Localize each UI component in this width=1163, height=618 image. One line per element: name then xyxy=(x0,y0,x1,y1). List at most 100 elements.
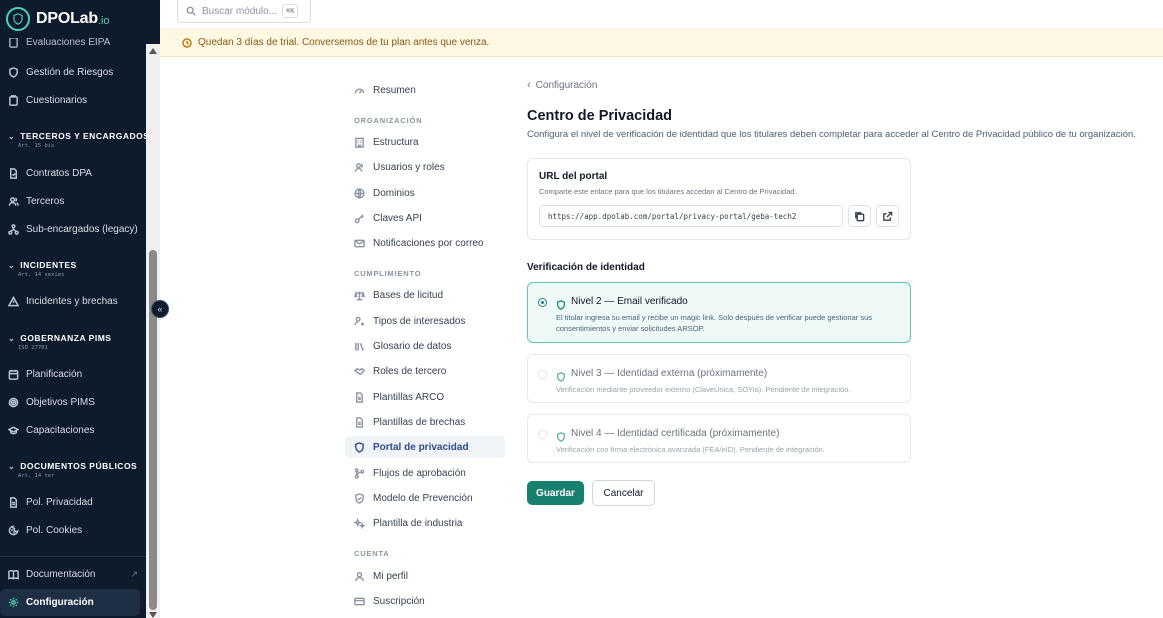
alert-triangle-icon xyxy=(8,295,19,307)
breadcrumb-label: Configuración xyxy=(535,79,598,91)
sidebar-section-gobernanza[interactable]: ⌄ GOBERNANZA PIMS ISO 27701 xyxy=(0,333,146,351)
settings-item-label: Plantilla de industria xyxy=(373,517,463,529)
settings-item-label: Tipos de interesados xyxy=(373,315,466,327)
open-portal-button[interactable] xyxy=(876,205,899,227)
document-icon xyxy=(8,496,19,508)
settings-item-bases-licitud[interactable]: Bases de licitud xyxy=(345,284,505,306)
settings-group-heading: ORGANIZACIÓN xyxy=(354,116,423,125)
sidebar-item-terceros[interactable]: Terceros xyxy=(0,189,146,213)
section-subtitle: Art. 14 sexies xyxy=(18,272,65,278)
save-button[interactable]: Guardar xyxy=(527,481,584,505)
settings-item-label: Plantillas ARCO xyxy=(373,391,445,403)
sidebar-item-pol-privacidad[interactable]: Pol. Privacidad xyxy=(0,490,146,514)
radio-button[interactable] xyxy=(538,298,547,307)
external-link-icon: ↗ xyxy=(130,569,138,579)
card-description: Comparte este enlace para que los titula… xyxy=(539,187,797,196)
settings-item-modelo-prevencion[interactable]: Modelo de Prevención xyxy=(345,487,505,509)
sidebar-item-capacitaciones[interactable]: Capacitaciones xyxy=(0,418,146,442)
settings-item-estructura[interactable]: Estructura xyxy=(345,131,505,153)
settings-item-tipos-interesados[interactable]: Tipos de interesados xyxy=(345,310,505,332)
settings-item-label: Notificaciones por correo xyxy=(373,237,484,249)
settings-item-suscripcion[interactable]: Suscripción xyxy=(345,590,505,612)
contract-icon xyxy=(8,167,19,179)
portal-url-field[interactable]: https://app.dpolab.com/portal/privacy-po… xyxy=(539,205,843,227)
settings-item-plantillas-arco[interactable]: Plantillas ARCO xyxy=(345,386,505,408)
shield-icon xyxy=(556,429,566,442)
sidebar-item-cuestionarios[interactable]: Cuestionarios xyxy=(0,88,146,112)
settings-item-label: Plantillas de brechas xyxy=(373,416,466,428)
settings-item-portal-privacidad[interactable]: Portal de privacidad xyxy=(345,436,505,458)
trial-banner: Quedan 3 días de trial. Conversemos de t… xyxy=(160,29,1163,57)
document-icon xyxy=(354,416,365,428)
search-box[interactable]: ⌘K xyxy=(177,0,311,23)
card-title: URL del portal xyxy=(539,171,608,182)
section-title: ⌄ GOBERNANZA PIMS xyxy=(8,333,146,343)
breadcrumb[interactable]: ‹ Configuración xyxy=(527,79,597,91)
settings-item-label: Dominios xyxy=(373,187,415,199)
brand[interactable]: DPOLab .io xyxy=(0,0,146,38)
target-icon xyxy=(8,397,19,408)
settings-item-usuarios[interactable]: Usuarios y roles xyxy=(345,156,505,178)
level-description: Verificación con firma electrónica avanz… xyxy=(556,445,825,454)
cancel-button[interactable]: Cancelar xyxy=(592,480,655,506)
settings-item-plantillas-brechas[interactable]: Plantillas de brechas xyxy=(345,411,505,433)
section-title: ⌄ DOCUMENTOS PÚBLICOS xyxy=(8,461,146,471)
sidebar-scrollbar[interactable] xyxy=(146,44,160,618)
sidebar-item-gestion-riesgos[interactable]: Gestión de Riesgos xyxy=(0,60,146,84)
section-subtitle: ISO 27701 xyxy=(18,345,48,351)
settings-item-roles-tercero[interactable]: Roles de tercero xyxy=(345,360,505,382)
search-input[interactable] xyxy=(202,5,278,17)
sidebar-item-label: Planificación xyxy=(26,368,83,380)
sidebar-item-planificacion[interactable]: Planificación xyxy=(0,362,146,386)
sidebar-item-evaluaciones[interactable]: Evaluaciones EIPA xyxy=(0,38,146,48)
sidebar-item-label: Configuración xyxy=(26,597,94,608)
settings-item-label: Portal de privacidad xyxy=(373,441,469,453)
portal-url-card: URL del portal Comparte este enlace para… xyxy=(527,158,911,240)
sidebar-section-documentos[interactable]: ⌄ DOCUMENTOS PÚBLICOS Art. 14 ter xyxy=(0,461,146,479)
scroll-down-arrow-icon[interactable] xyxy=(149,612,157,618)
settings-item-dominios[interactable]: Dominios xyxy=(345,182,505,204)
sidebar-item-incidentes[interactable]: Incidentes y brechas xyxy=(0,289,146,313)
copy-url-button[interactable] xyxy=(848,205,871,227)
settings-item-mi-perfil[interactable]: Mi perfil xyxy=(345,565,505,587)
external-link-icon xyxy=(883,211,893,221)
sidebar-item-label: Objetivos PIMS xyxy=(26,396,95,408)
chevron-left-icon: ‹ xyxy=(527,79,531,91)
sidebar-item-sub-encargados[interactable]: Sub-encargados (legacy) xyxy=(0,217,146,241)
collapse-sidebar-button[interactable]: « xyxy=(151,300,169,318)
sidebar-item-objetivos-pims[interactable]: Objetivos PIMS xyxy=(0,390,146,414)
scroll-up-arrow-icon[interactable] xyxy=(149,48,157,54)
level-option-2[interactable]: Nivel 2 — Email verificado El titular in… xyxy=(527,282,911,343)
settings-item-flujos[interactable]: Flujos de aprobación xyxy=(345,462,505,484)
settings-item-label: Usuarios y roles xyxy=(373,161,445,173)
settings-item-notificaciones[interactable]: Notificaciones por correo xyxy=(345,232,505,254)
sidebar-section-terceros[interactable]: ⌄ TERCEROS Y ENCARGADOS Art. 15 bis xyxy=(0,131,146,149)
settings-item-resumen[interactable]: Resumen xyxy=(345,79,505,101)
settings-item-label: Roles de tercero xyxy=(373,365,447,377)
credit-card-icon xyxy=(354,596,365,607)
settings-item-claves-api[interactable]: Claves API xyxy=(345,207,505,229)
sidebar-item-label: Cuestionarios xyxy=(26,94,88,106)
globe-icon xyxy=(354,187,365,199)
sidebar-item-documentacion[interactable]: Documentación ↗ xyxy=(0,561,146,588)
user-tag-icon xyxy=(354,316,365,327)
chevron-down-icon: ⌄ xyxy=(8,131,16,141)
users-icon xyxy=(354,162,365,173)
sidebar-item-label: Evaluaciones EIPA xyxy=(26,38,111,48)
settings-group-heading: CUENTA xyxy=(354,549,390,558)
library-icon xyxy=(354,341,365,352)
sidebar-item-configuracion[interactable]: Configuración xyxy=(0,589,140,616)
settings-item-plantilla-industria[interactable]: Plantilla de industria xyxy=(345,512,505,534)
book-icon xyxy=(8,569,19,580)
sidebar-section-incidentes[interactable]: ⌄ INCIDENTES Art. 14 sexies xyxy=(0,260,146,278)
section-subtitle: Art. 15 bis xyxy=(18,143,55,149)
sidebar-item-contratos-dpa[interactable]: Contratos DPA xyxy=(0,161,146,185)
sidebar-item-label: Pol. Privacidad xyxy=(26,496,93,508)
mail-icon xyxy=(354,238,365,249)
shield-icon xyxy=(556,369,566,382)
settings-item-glosario[interactable]: Glosario de datos xyxy=(345,335,505,357)
radio-button xyxy=(538,430,547,439)
sidebar-item-pol-cookies[interactable]: Pol. Cookies xyxy=(0,518,146,542)
sidebar-item-label: Sub-encargados (legacy) xyxy=(26,223,138,235)
page-description: Configura el nivel de verificación de id… xyxy=(527,129,1136,140)
